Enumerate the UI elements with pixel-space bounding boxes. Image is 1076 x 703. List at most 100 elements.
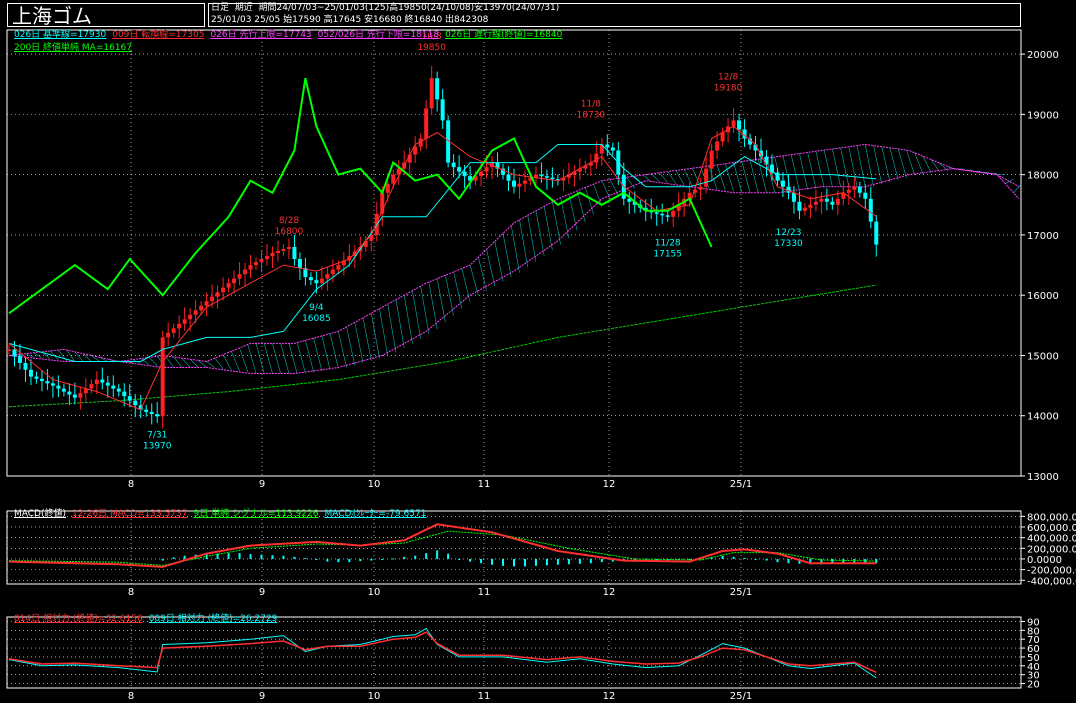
stock-chart: 13000 14000 15000 16000 17000 18000 19000 20000… — [6, 29, 1076, 702]
candle-body — [45, 381, 50, 384]
cloud-hatch — [305, 340, 314, 373]
macd-histogram-bar — [370, 558, 373, 561]
candle-body — [479, 171, 484, 177]
candle-body — [830, 201, 835, 205]
candle-body — [325, 274, 330, 279]
macd-histogram-bar — [282, 555, 285, 559]
macd-histogram-bar — [534, 558, 537, 566]
macd-legend: MACD(終値) 12-26日 MACD=133.5737 9日 単純 シグナル=1… — [14, 509, 432, 520]
macd-month-label: 25/1 — [730, 587, 752, 598]
cloud-hatch — [387, 304, 397, 353]
macd-histogram-bar — [436, 550, 439, 559]
price-month-label: 8 — [128, 479, 134, 490]
rsi-panel-frame — [6, 616, 1022, 689]
price-legend-item: 200日 終値単純 MA=16167 — [14, 43, 132, 53]
rsi-legend-item: 009日 相対力 (終値)=26.2729 — [148, 614, 278, 624]
candle-body — [281, 248, 286, 251]
candle-body — [232, 278, 237, 284]
macd-histogram-bar — [447, 553, 450, 559]
cloud-hatch — [428, 281, 438, 330]
macd-legend-item: 9日 単純 シグナル=113.9226 — [193, 509, 319, 519]
macd-histogram-bar — [545, 558, 548, 566]
candle-body — [144, 409, 149, 412]
candle-body — [605, 144, 610, 148]
cloud-hatch — [346, 326, 356, 366]
candle-body — [791, 192, 796, 202]
candle-body — [166, 332, 171, 338]
cloud-hatch — [478, 257, 487, 291]
annotation-value: 18730 — [577, 111, 606, 121]
candle-body — [248, 265, 253, 270]
macd-legend-item: MACD(終値) — [14, 509, 67, 519]
cloud-hatch — [667, 171, 677, 184]
candle-body — [522, 180, 527, 184]
candle-body — [127, 396, 132, 401]
candle-body — [193, 310, 198, 315]
contract-label: 期近 — [234, 3, 253, 13]
price-legend-item: 052/026日 先行下限=18118 — [317, 30, 440, 40]
cloud-hatch — [881, 146, 891, 183]
annotation-value: 16800 — [275, 227, 304, 237]
macd-histogram-bar — [403, 556, 406, 559]
price-month-label: 25/1 — [730, 479, 752, 490]
candle-body — [660, 213, 665, 216]
cloud-hatch — [231, 351, 240, 372]
cloud-hatch — [148, 357, 158, 366]
cloud-hatch — [848, 146, 858, 187]
senkou-b-line — [8, 168, 1020, 374]
cloud-hatch — [469, 264, 479, 296]
cloud-hatch — [222, 354, 232, 370]
cloud-hatch — [206, 361, 216, 368]
macd-histogram-bar — [271, 555, 274, 559]
rsi-month-label: 8 — [128, 691, 134, 702]
candle-body — [254, 262, 259, 266]
price-legend-row2: 200日 終値単純 MA=16167 — [14, 43, 138, 54]
rsi-legend-item: 014日 相対力 (終値)=32.6156 — [14, 614, 143, 624]
cloud-hatch — [568, 194, 578, 231]
annotation-date: 9/4 — [309, 303, 324, 313]
candle-body — [835, 198, 840, 205]
annotation-value: 16085 — [302, 314, 331, 324]
cloud-hatch — [214, 357, 224, 369]
cloud-hatch — [313, 338, 323, 371]
annotation-value: 17155 — [653, 250, 682, 260]
cloud-hatch — [741, 161, 751, 193]
rsi-month-label: 10 — [368, 691, 381, 702]
candle-body — [243, 269, 248, 275]
cloud-hatch — [840, 147, 850, 187]
cloud-hatch — [338, 331, 347, 368]
candle-body — [237, 274, 242, 279]
cloud-hatch — [749, 160, 759, 193]
period-summary: 期間24/07/03~25/01/03(125)高19850(24/10/08)… — [258, 3, 560, 13]
cloud-hatch — [247, 344, 257, 374]
cloud-hatch — [865, 144, 874, 187]
candle-body — [440, 99, 445, 121]
cloud-hatch — [486, 249, 496, 287]
macd-histogram-bar — [381, 558, 384, 561]
macd-month-label: 9 — [259, 587, 265, 598]
candle-body — [731, 120, 736, 127]
cloud-hatch — [906, 150, 915, 176]
cloud-hatch — [362, 317, 372, 361]
macd-axis-tick-label: 400,000.0000 — [1027, 534, 1076, 545]
candle-body — [819, 198, 824, 202]
price-axis-tick-label: 14000 — [1027, 412, 1059, 423]
cloud-hatch — [288, 343, 298, 374]
candle-body — [204, 301, 209, 306]
annotation-date: 11/28 — [655, 239, 681, 249]
candle-body — [94, 379, 99, 385]
candle-body — [544, 176, 549, 178]
macd-panel-frame — [6, 510, 1022, 585]
macd-histogram-bar — [260, 554, 263, 559]
candle-body — [462, 171, 467, 177]
cloud-hatch — [889, 147, 899, 180]
candle-body — [385, 183, 390, 193]
candle-body — [105, 382, 110, 386]
rsi-axis-tick-label: 20 — [1027, 680, 1040, 691]
candle-body — [336, 265, 341, 270]
annotation-value: 19850 — [417, 43, 446, 53]
cloud-hatch — [296, 342, 306, 374]
cloud-hatch — [832, 148, 841, 187]
cloud-hatch — [420, 286, 430, 335]
annotation-date: 8/28 — [279, 216, 299, 226]
